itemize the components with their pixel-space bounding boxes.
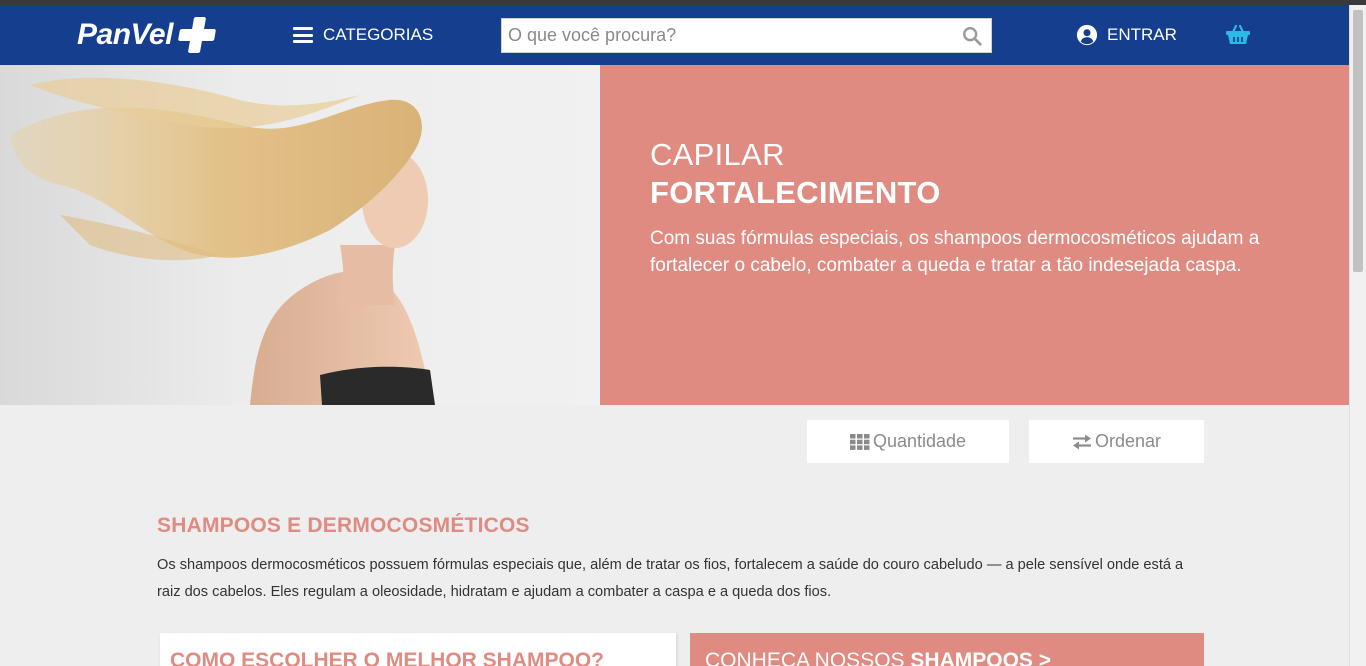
sort-button[interactable]: Ordenar	[1029, 420, 1204, 463]
quantity-label: Quantidade	[872, 431, 967, 451]
logo-plus-icon	[173, 15, 220, 55]
quantity-button[interactable]: Quantidade	[807, 420, 1009, 463]
hero-text-panel: CAPILAR FORTALECIMENTO Com suas fórmulas…	[600, 65, 1349, 405]
hero-image	[0, 65, 600, 405]
user-circle-icon	[1076, 24, 1098, 46]
search-input[interactable]	[502, 19, 942, 52]
scrollbar-thumb[interactable]	[1353, 10, 1363, 272]
hero-title: FORTALECIMENTO	[650, 175, 941, 210]
section-title: SHAMPOOS E DERMOCOSMÉTICOS	[157, 514, 530, 537]
site-header: PanVel CATEGORIAS ENTRAR	[0, 5, 1349, 65]
search-box	[501, 18, 992, 53]
section-description: Os shampoos dermocosméticos possuem fórm…	[157, 557, 1184, 600]
page: PanVel CATEGORIAS ENTRAR	[0, 5, 1349, 666]
login-button[interactable]: ENTRAR	[1076, 23, 1177, 47]
hero-kicker: CAPILAR	[650, 137, 785, 172]
panvel-logo[interactable]: PanVel	[77, 15, 217, 55]
woman-hair-illustration	[10, 77, 435, 405]
login-label: ENTRAR	[1107, 25, 1177, 44]
see-shampoos-card[interactable]: CONHEÇA NOSSOS SHAMPOOS >	[690, 633, 1204, 666]
hero-banner: CAPILAR FORTALECIMENTO Com suas fórmulas…	[0, 65, 1349, 405]
sort-label: Ordenar	[1094, 431, 1162, 451]
categories-menu-button[interactable]: CATEGORIAS	[293, 23, 433, 47]
vertical-scrollbar[interactable]	[1349, 5, 1366, 666]
see-shampoos-text: CONHEÇA NOSSOS SHAMPOOS >	[705, 649, 1051, 666]
how-to-choose-card[interactable]: COMO ESCOLHER O MELHOR SHAMPOO?	[160, 633, 676, 666]
see-shampoos-strong: SHAMPOOS >	[910, 649, 1052, 666]
exchange-arrows-icon	[1072, 434, 1091, 449]
search-icon[interactable]	[961, 25, 983, 47]
th-grid-icon	[849, 433, 870, 450]
shopping-basket-icon[interactable]	[1225, 23, 1251, 47]
how-to-choose-label: COMO ESCOLHER O MELHOR SHAMPOO?	[170, 649, 605, 666]
see-shampoos-prefix: CONHEÇA NOSSOS	[705, 649, 905, 666]
logo-wordmark: PanVel	[77, 18, 173, 51]
bars-icon	[293, 27, 313, 43]
categories-label: CATEGORIAS	[323, 25, 434, 44]
hero-description: Com suas fórmulas especiais, os shampoos…	[650, 228, 1260, 276]
